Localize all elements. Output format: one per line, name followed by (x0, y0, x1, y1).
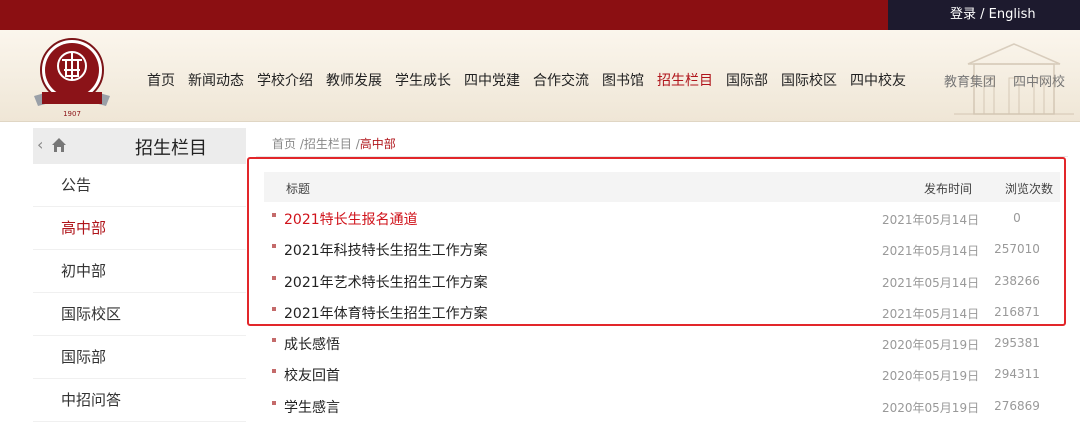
row-title-link[interactable]: 2021特长生报名通道 (284, 209, 418, 229)
row-views: 238266 (994, 273, 1040, 288)
sidebar-item[interactable]: 国际部 (33, 336, 246, 379)
logo-year: 1907 (63, 110, 81, 118)
sidebar-list: 公告 高中部 初中部 国际校区 国际部 中招问答 (33, 164, 246, 422)
row-views: 295381 (994, 336, 1040, 351)
nav-item[interactable]: 四中党建 (464, 70, 520, 90)
nav-item[interactable]: 首页 (147, 70, 175, 90)
row-views: 0 (1013, 211, 1021, 225)
article-list: 2021特长生报名通道 2021年05月14日 0 2021年科技特长生招生工作方案 2… (264, 203, 1060, 422)
column-header-views: 浏览次数 (1005, 182, 1054, 196)
row-date: 2021年05月14日 (882, 275, 980, 290)
sidebar-item[interactable]: 初中部 (33, 250, 246, 293)
sidebar-item[interactable]: 高中部 (33, 207, 246, 250)
login-separator: / (976, 7, 989, 22)
row-title-link[interactable]: 2021年体育特长生招生工作方案 (284, 303, 488, 323)
row-views: 276869 (994, 398, 1040, 413)
row-title-link[interactable]: 2021年艺术特长生招生工作方案 (284, 272, 488, 292)
row-title-link[interactable]: 校友回首 (284, 365, 340, 385)
school-logo[interactable]: 1907 (32, 36, 112, 120)
nav-item[interactable]: 新闻动态 (188, 70, 244, 90)
sidebar-title: 招生栏目 (135, 138, 207, 159)
nav-item[interactable]: 四中校友 (850, 70, 906, 90)
row-date: 2020年05月19日 (882, 400, 980, 415)
table-row: 2021特长生报名通道 2021年05月14日 0 (264, 203, 1060, 234)
nav-item[interactable]: 学生成长 (395, 70, 451, 90)
breadcrumb: 首页 /招生栏目 /高中部 (272, 135, 396, 152)
sidebar: ‹ 招生栏目 公告 高中部 初中部 国际校区 国际部 中招问答 (33, 128, 246, 422)
sidebar-item[interactable]: 国际校区 (33, 293, 246, 336)
nav-item[interactable]: 合作交流 (533, 70, 589, 90)
bullet-icon (272, 275, 276, 280)
table-row: 成长感悟 2020年05月19日 295381 (264, 328, 1060, 359)
table-row: 学生感言 2020年05月19日 276869 (264, 391, 1060, 422)
column-header-date: 发布时间 (924, 182, 973, 196)
table-row: 2021年体育特长生招生工作方案 2021年05月14日 216871 (264, 297, 1060, 328)
sidebar-item[interactable]: 公告 (33, 164, 246, 207)
main-nav: 首页 新闻动态 学校介绍 教师发展 学生成长 四中党建 合作交流 图书馆 招生栏目 国际部 国际校区… (147, 70, 919, 90)
chevron-left-icon[interactable]: ‹ (37, 135, 43, 154)
table-header: 标题 发布时间 浏览次数 (264, 172, 1060, 202)
bullet-icon (272, 306, 276, 311)
bullet-icon (272, 244, 276, 249)
breadcrumb-separator: / (296, 137, 304, 151)
breadcrumb-home[interactable]: 首页 (272, 137, 296, 151)
bullet-icon (272, 338, 276, 343)
nav-item[interactable]: 教师发展 (326, 70, 382, 90)
row-date: 2021年05月14日 (882, 306, 980, 321)
row-views: 294311 (994, 367, 1040, 382)
nav-item[interactable]: 国际部 (726, 70, 768, 90)
english-link[interactable]: English (989, 7, 1036, 22)
table-row: 2021年艺术特长生招生工作方案 2021年05月14日 238266 (264, 266, 1060, 297)
site-header: 1907 首页 新闻动态 学校介绍 教师发展 学生成长 四中党建 合作交流 图书馆 招生栏目 国际… (0, 30, 1080, 122)
breadcrumb-section[interactable]: 招生栏目 (304, 137, 352, 151)
nav-item[interactable]: 国际校区 (781, 70, 837, 90)
sidebar-header: ‹ 招生栏目 (33, 128, 246, 164)
row-date: 2020年05月19日 (882, 338, 980, 353)
breadcrumb-separator: / (351, 137, 360, 151)
home-icon[interactable] (51, 137, 67, 153)
login-link[interactable]: 登录 (950, 7, 976, 22)
table-row: 2021年科技特长生招生工作方案 2021年05月14日 257010 (264, 234, 1060, 265)
row-views: 216871 (994, 304, 1040, 319)
table-row: 校友回首 2020年05月19日 294311 (264, 359, 1060, 390)
content-divider (256, 156, 1068, 157)
bullet-icon (272, 213, 276, 217)
bullet-icon (272, 369, 276, 374)
nav-item[interactable]: 图书馆 (602, 70, 644, 90)
row-date: 2021年05月14日 (882, 213, 980, 227)
row-views: 257010 (994, 242, 1040, 257)
top-bar: 登录 / English (0, 0, 1080, 30)
sidebar-item[interactable]: 中招问答 (33, 379, 246, 422)
building-illustration (954, 43, 1074, 115)
row-title-link[interactable]: 2021年科技特长生招生工作方案 (284, 240, 488, 260)
nav-item[interactable]: 招生栏目 (657, 70, 713, 90)
login-language-box: 登录 / English (888, 0, 1080, 30)
bullet-icon (272, 400, 276, 405)
row-title-link[interactable]: 学生感言 (284, 397, 340, 417)
row-date: 2020年05月19日 (882, 369, 980, 384)
row-date: 2021年05月14日 (882, 244, 980, 259)
breadcrumb-current: 高中部 (359, 137, 396, 151)
nav-item[interactable]: 学校介绍 (257, 70, 313, 90)
row-title-link[interactable]: 成长感悟 (284, 334, 340, 354)
column-header-title: 标题 (286, 182, 311, 196)
